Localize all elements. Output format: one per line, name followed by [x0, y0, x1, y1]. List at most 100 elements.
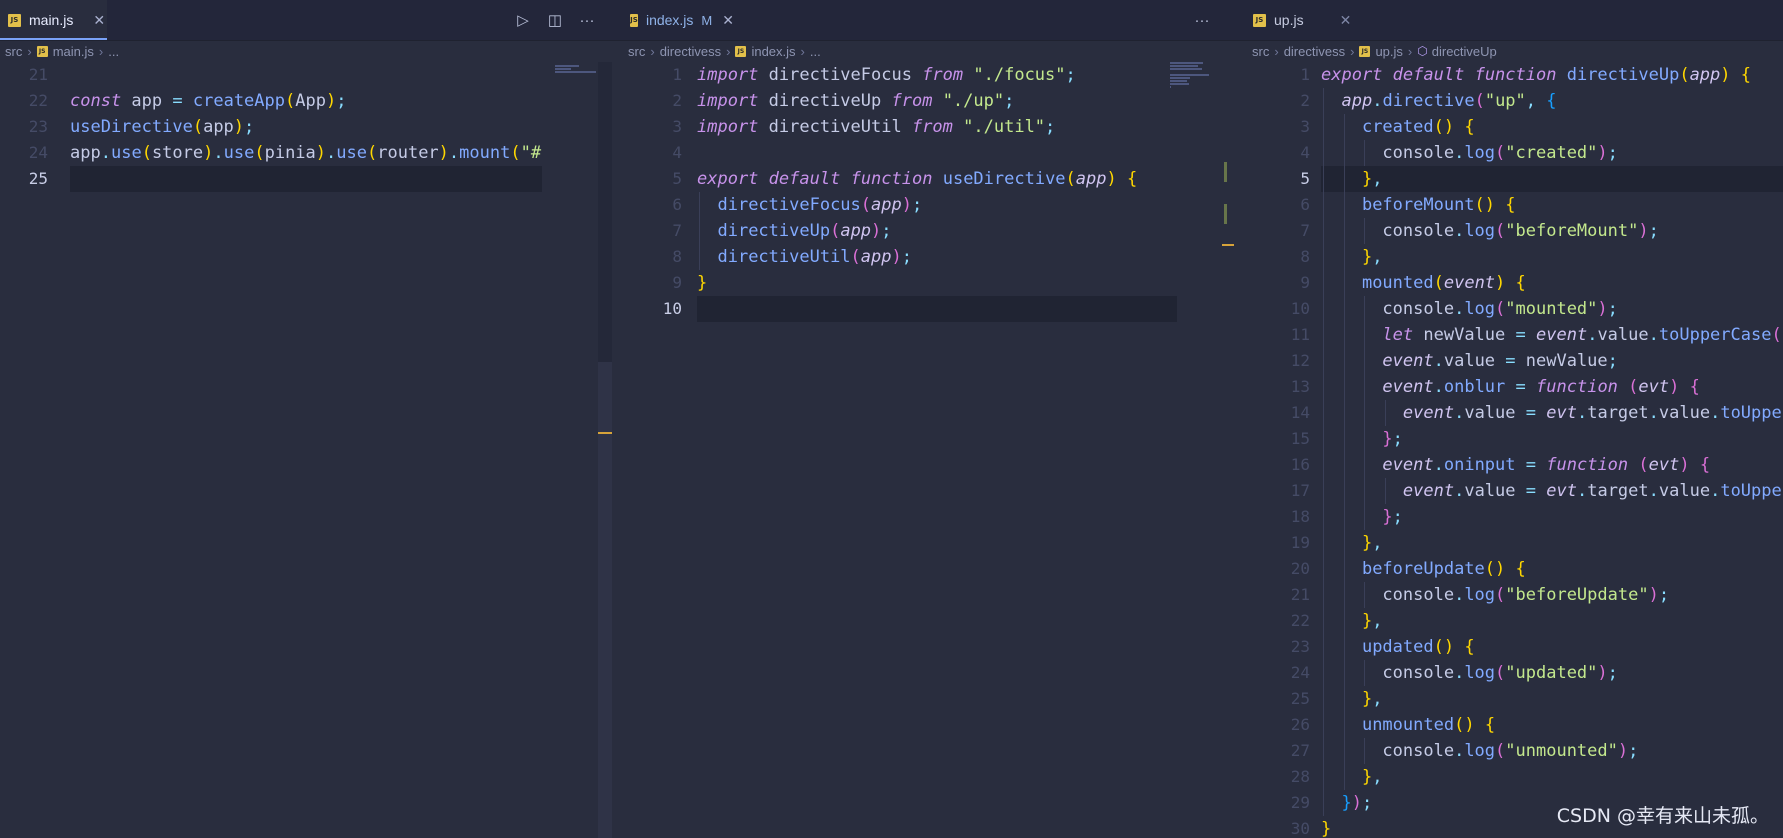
code-text[interactable]: }: [1321, 816, 1331, 838]
tab-up-js[interactable]: JS up.js ✕: [1245, 0, 1357, 40]
code-line[interactable]: 10 console.log("mounted");: [1237, 296, 1783, 322]
code-line[interactable]: 13 event.onblur = function (evt) {: [1237, 374, 1783, 400]
code-line[interactable]: 4 console.log("created");: [1237, 140, 1783, 166]
code-line[interactable]: 1 export default function directiveUp(app…: [1237, 62, 1783, 88]
code-line[interactable]: 1 import directiveFocus from "./focus";: [612, 62, 1237, 88]
breadcrumb-item[interactable]: src: [5, 44, 22, 59]
code-text[interactable]: event.onblur = function (evt) {: [1321, 374, 1699, 400]
code-line[interactable]: 9}: [612, 270, 1237, 296]
code-line[interactable]: 3 import directiveUtil from "./util";: [612, 114, 1237, 140]
code-text[interactable]: event.value = evt.target.value.toUppe: [1321, 478, 1782, 504]
run-icon[interactable]: ▷: [514, 11, 532, 29]
code-text[interactable]: directiveFocus(app);: [697, 192, 922, 218]
code-line[interactable]: 5 },: [1300, 166, 1783, 192]
code-text[interactable]: let newValue = event.value.toUpperCase(: [1321, 322, 1781, 348]
code-line[interactable]: 15 };: [1237, 426, 1783, 452]
code-text[interactable]: event.oninput = function (evt) {: [1321, 452, 1710, 478]
code-editor[interactable]: 1 export default function directiveUp(app…: [1237, 62, 1783, 838]
code-line[interactable]: 11 let newValue = event.value.toUpperCas…: [1237, 322, 1783, 348]
code-text[interactable]: console.log("beforeMount");: [1321, 218, 1658, 244]
code-text[interactable]: export default function directiveUp(app)…: [1321, 62, 1751, 88]
breadcrumb-item[interactable]: directiveUp: [1432, 44, 1497, 59]
code-line[interactable]: 24 console.log("updated");: [1237, 660, 1783, 686]
code-editor[interactable]: 21 22 const app = createApp(App); 23 useDire…: [0, 62, 612, 838]
code-line[interactable]: 23 useDirective(app);: [0, 114, 612, 140]
code-text[interactable]: import directiveUtil from "./util";: [697, 114, 1055, 140]
scrollbar[interactable]: [598, 62, 612, 838]
code-text[interactable]: event.value = newValue;: [1321, 348, 1617, 374]
more-actions-icon[interactable]: ···: [1193, 12, 1211, 29]
breadcrumb-item[interactable]: ...: [108, 44, 119, 59]
code-line[interactable]: 23 updated() {: [1237, 634, 1783, 660]
code-text[interactable]: console.log("unmounted");: [1321, 738, 1638, 764]
breadcrumb-item[interactable]: src: [628, 44, 645, 59]
close-icon[interactable]: ✕: [93, 12, 105, 29]
code-text[interactable]: app.use(store).use(pinia).use(router).mo…: [70, 140, 541, 166]
code-text[interactable]: console.log("updated");: [1321, 660, 1618, 686]
code-line[interactable]: 2 import directiveUp from "./up";: [612, 88, 1237, 114]
code-line[interactable]: 6 beforeMount() {: [1237, 192, 1783, 218]
code-text[interactable]: };: [1321, 426, 1403, 452]
code-text[interactable]: beforeMount() {: [1321, 192, 1516, 218]
code-editor[interactable]: 1 import directiveFocus from "./focus"; 2 i…: [612, 62, 1237, 838]
code-line[interactable]: 10: [663, 296, 1177, 322]
code-line[interactable]: 22 },: [1237, 608, 1783, 634]
code-text[interactable]: import directiveUp from "./up";: [697, 88, 1014, 114]
breadcrumb-item[interactable]: directivess: [660, 44, 721, 59]
code-line[interactable]: 18 };: [1237, 504, 1783, 530]
code-line[interactable]: 25 },: [1237, 686, 1783, 712]
code-text[interactable]: console.log("mounted");: [1321, 296, 1618, 322]
code-line[interactable]: 8 },: [1237, 244, 1783, 270]
code-line[interactable]: 24 app.use(store).use(pinia).use(router).…: [0, 140, 612, 166]
split-editor-icon[interactable]: ◫: [546, 11, 564, 29]
code-line[interactable]: 12 event.value = newValue;: [1237, 348, 1783, 374]
code-text[interactable]: console.log("created");: [1321, 140, 1618, 166]
code-text[interactable]: import directiveFocus from "./focus";: [697, 62, 1076, 88]
code-line[interactable]: 6 directiveFocus(app);: [612, 192, 1237, 218]
breadcrumb-item[interactable]: src: [1252, 44, 1269, 59]
code-line[interactable]: 5 export default function useDirective(ap…: [612, 166, 1237, 192]
code-line[interactable]: 20 beforeUpdate() {: [1237, 556, 1783, 582]
code-line[interactable]: 17 event.value = evt.target.value.toUppe: [1237, 478, 1783, 504]
code-text[interactable]: useDirective(app);: [70, 114, 254, 140]
breadcrumb-item[interactable]: directivess: [1284, 44, 1345, 59]
code-line[interactable]: 3 created() {: [1237, 114, 1783, 140]
code-line[interactable]: 4: [612, 140, 1237, 166]
code-text[interactable]: }: [697, 270, 707, 296]
code-text[interactable]: directiveUtil(app);: [697, 244, 912, 270]
tab-main-js[interactable]: JS main.js ✕: [0, 0, 107, 40]
minimap[interactable]: [1170, 62, 1222, 112]
code-line[interactable]: 8 directiveUtil(app);: [612, 244, 1237, 270]
code-line[interactable]: 9 mounted(event) {: [1237, 270, 1783, 296]
code-text[interactable]: },: [1321, 608, 1383, 634]
code-text[interactable]: mounted(event) {: [1321, 270, 1526, 296]
code-line[interactable]: 19 },: [1237, 530, 1783, 556]
code-text[interactable]: directiveUp(app);: [697, 218, 891, 244]
code-line[interactable]: 22 const app = createApp(App);: [0, 88, 612, 114]
code-text[interactable]: };: [1321, 504, 1403, 530]
tab-index-js[interactable]: JS index.js M ✕: [622, 0, 734, 40]
code-line[interactable]: 7 console.log("beforeMount");: [1237, 218, 1783, 244]
code-text[interactable]: },: [1321, 530, 1383, 556]
close-icon[interactable]: ✕: [1340, 12, 1352, 29]
code-text[interactable]: },: [1321, 166, 1383, 192]
code-text[interactable]: event.value = evt.target.value.toUppe: [1321, 400, 1782, 426]
code-line[interactable]: 26 unmounted() {: [1237, 712, 1783, 738]
code-text[interactable]: },: [1321, 244, 1383, 270]
breadcrumb-item[interactable]: ...: [810, 44, 821, 59]
code-text[interactable]: });: [1321, 790, 1372, 816]
code-line[interactable]: 25: [29, 166, 542, 192]
code-line[interactable]: 21: [0, 62, 612, 88]
code-text[interactable]: },: [1321, 686, 1383, 712]
code-text[interactable]: unmounted() {: [1321, 712, 1495, 738]
more-actions-icon[interactable]: ···: [578, 12, 596, 29]
breadcrumb-item[interactable]: up.js: [1375, 44, 1402, 59]
code-line[interactable]: 14 event.value = evt.target.value.toUppe: [1237, 400, 1783, 426]
code-text[interactable]: app.directive("up", {: [1321, 88, 1556, 114]
code-text[interactable]: console.log("beforeUpdate");: [1321, 582, 1669, 608]
breadcrumb-item[interactable]: index.js: [751, 44, 795, 59]
code-text[interactable]: beforeUpdate() {: [1321, 556, 1526, 582]
scrollbar[interactable]: [1222, 62, 1236, 838]
code-line[interactable]: 21 console.log("beforeUpdate");: [1237, 582, 1783, 608]
code-text[interactable]: },: [1321, 764, 1383, 790]
